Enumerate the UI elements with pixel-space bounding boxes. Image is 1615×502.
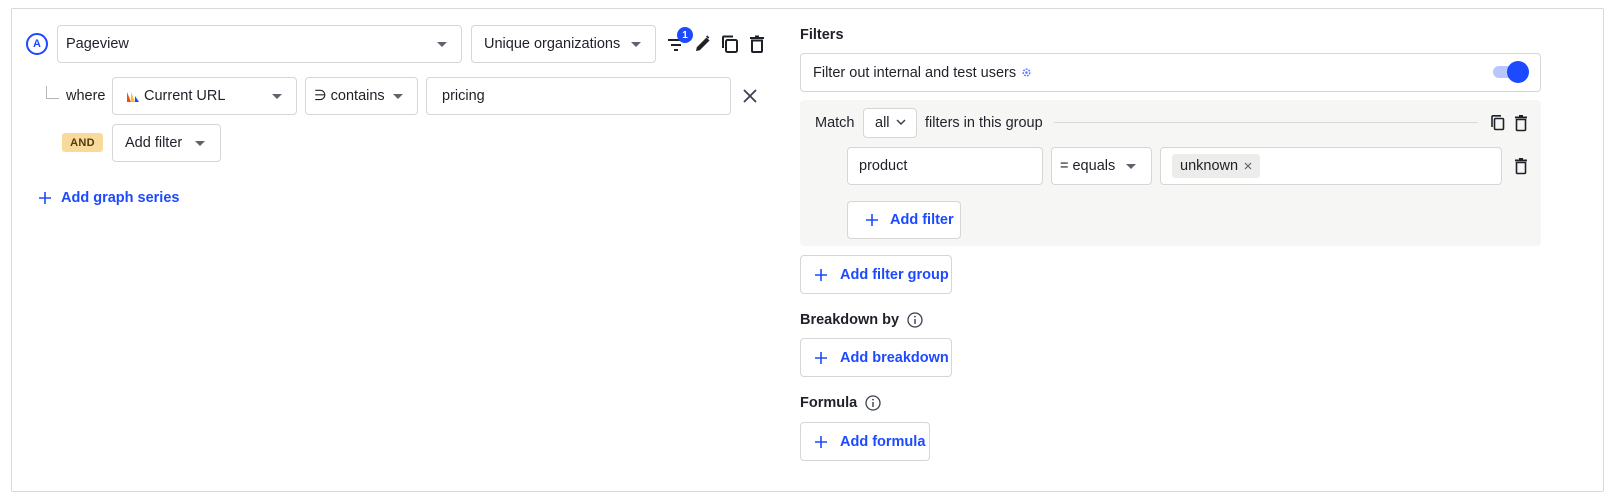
edit-icon[interactable] — [692, 33, 714, 55]
add-graph-series-label: Add graph series — [61, 190, 180, 206]
group-property-value: product — [859, 158, 908, 174]
add-breakdown-button[interactable]: Add breakdown — [800, 338, 952, 377]
plus-icon — [815, 351, 827, 364]
duplicate-group-icon[interactable] — [1488, 113, 1508, 133]
duplicate-icon[interactable] — [719, 33, 741, 55]
add-filter-group-label: Add filter group — [840, 266, 949, 283]
aggregation-select[interactable]: Unique organizations — [471, 25, 656, 63]
and-tag: AND — [62, 133, 103, 152]
chevron-down-icon — [272, 94, 282, 99]
add-filter-select[interactable]: Add filter — [112, 124, 221, 162]
property-select[interactable]: Current URL — [112, 77, 297, 115]
group-add-filter-label: Add filter — [890, 212, 954, 228]
match-label: Match — [815, 115, 855, 131]
group-operator-select[interactable]: = equals — [1051, 147, 1152, 185]
add-filter-group-button[interactable]: Add filter group — [800, 255, 952, 294]
internal-users-filter-label: Filter out internal and test users — [813, 64, 1017, 81]
delete-icon[interactable] — [746, 33, 768, 55]
plus-icon — [815, 435, 827, 448]
add-filter-label: Add filter — [125, 135, 183, 151]
chevron-down-icon — [393, 94, 403, 99]
formula-heading-row: Formula — [800, 395, 881, 411]
remove-filter-icon[interactable] — [740, 86, 760, 106]
autocapture-icon — [126, 91, 140, 103]
info-icon[interactable] — [865, 395, 881, 411]
filter-value-input[interactable]: pricing — [426, 77, 731, 115]
plus-icon — [39, 192, 51, 204]
info-icon[interactable] — [907, 312, 923, 328]
chevron-down-icon — [896, 119, 906, 126]
delete-group-icon[interactable] — [1511, 113, 1531, 133]
match-select-value: all — [875, 115, 890, 131]
group-divider — [1054, 122, 1478, 123]
event-select[interactable]: Pageview — [57, 25, 462, 63]
where-label: where — [66, 88, 106, 104]
chevron-down-icon — [437, 42, 447, 47]
match-suffix-label: filters in this group — [925, 115, 1043, 131]
group-property-input[interactable]: product — [847, 147, 1043, 185]
add-breakdown-label: Add breakdown — [840, 349, 949, 366]
event-select-value: Pageview — [66, 36, 129, 52]
chevron-down-icon — [195, 141, 205, 146]
add-formula-button[interactable]: Add formula — [800, 422, 930, 461]
chevron-down-icon — [631, 42, 641, 47]
group-add-filter-button[interactable]: Add filter — [847, 201, 961, 239]
property-select-value: Current URL — [144, 88, 226, 104]
value-chip: unknown — [1172, 154, 1261, 178]
aggregation-select-value: Unique organizations — [484, 36, 621, 52]
settings-icon[interactable] — [1021, 67, 1032, 78]
toggle-knob — [1507, 61, 1529, 83]
internal-users-toggle[interactable] — [1493, 61, 1529, 83]
filter-count-badge: 1 — [677, 27, 693, 43]
match-select[interactable]: all — [863, 108, 917, 138]
value-chip-label: unknown — [1180, 158, 1239, 174]
plus-icon — [815, 268, 827, 281]
filter-connector-line — [46, 86, 59, 99]
filters-heading: Filters — [800, 27, 844, 43]
filter-value-text: pricing — [442, 88, 485, 104]
operator-select-value: ∋ contains — [314, 88, 385, 104]
plus-icon — [866, 214, 878, 226]
formula-heading: Formula — [800, 395, 858, 411]
chip-remove-icon[interactable] — [1244, 162, 1252, 170]
series-letter-badge: A — [26, 33, 48, 55]
breakdown-heading: Breakdown by — [800, 312, 900, 328]
add-formula-label: Add formula — [840, 433, 926, 450]
delete-group-filter-icon[interactable] — [1511, 156, 1531, 176]
internal-users-filter-row[interactable]: Filter out internal and test users — [800, 53, 1541, 92]
breakdown-heading-row: Breakdown by — [800, 312, 923, 328]
group-operator-value: = equals — [1060, 158, 1116, 174]
add-graph-series-button[interactable]: Add graph series — [39, 190, 179, 206]
chevron-down-icon — [1126, 164, 1136, 169]
operator-select[interactable]: ∋ contains — [305, 77, 418, 115]
